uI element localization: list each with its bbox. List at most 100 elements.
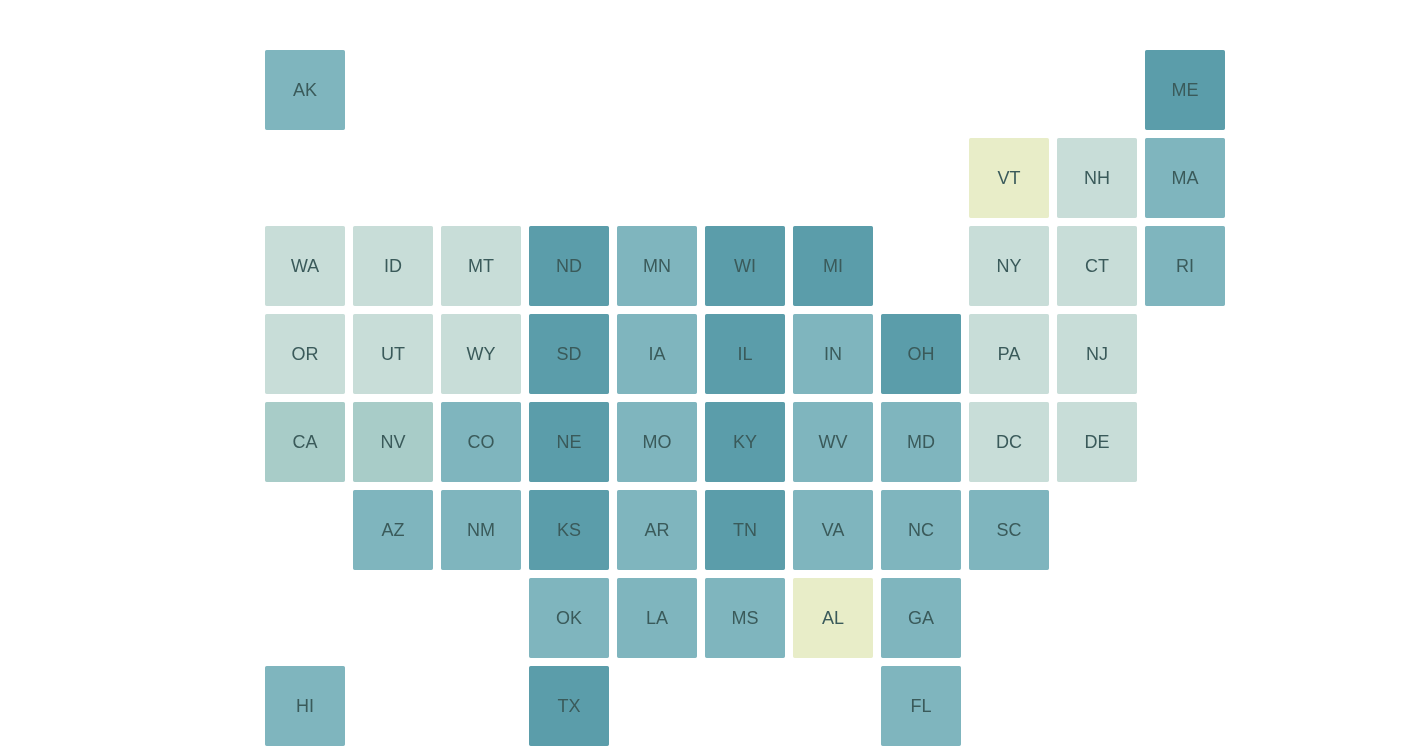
state-wv[interactable]: WV bbox=[793, 402, 873, 482]
state-id[interactable]: ID bbox=[353, 226, 433, 306]
state-label-ga: GA bbox=[908, 608, 934, 629]
state-ga[interactable]: GA bbox=[881, 578, 961, 658]
state-ri[interactable]: RI bbox=[1145, 226, 1225, 306]
state-label-wv: WV bbox=[819, 432, 848, 453]
state-nj[interactable]: NJ bbox=[1057, 314, 1137, 394]
state-wy[interactable]: WY bbox=[441, 314, 521, 394]
state-ma[interactable]: MA bbox=[1145, 138, 1225, 218]
state-ct[interactable]: CT bbox=[1057, 226, 1137, 306]
state-wa[interactable]: WA bbox=[265, 226, 345, 306]
state-label-wy: WY bbox=[467, 344, 496, 365]
state-label-nj: NJ bbox=[1086, 344, 1108, 365]
state-label-mo: MO bbox=[643, 432, 672, 453]
state-label-va: VA bbox=[822, 520, 845, 541]
state-ms[interactable]: MS bbox=[705, 578, 785, 658]
state-label-md: MD bbox=[907, 432, 935, 453]
state-ia[interactable]: IA bbox=[617, 314, 697, 394]
state-label-tx: TX bbox=[557, 696, 580, 717]
state-label-ca: CA bbox=[292, 432, 317, 453]
state-nv[interactable]: NV bbox=[353, 402, 433, 482]
state-ny[interactable]: NY bbox=[969, 226, 1049, 306]
state-label-mn: MN bbox=[643, 256, 671, 277]
state-label-wi: WI bbox=[734, 256, 756, 277]
state-sd[interactable]: SD bbox=[529, 314, 609, 394]
state-tx[interactable]: TX bbox=[529, 666, 609, 746]
state-ar[interactable]: AR bbox=[617, 490, 697, 570]
state-oh[interactable]: OH bbox=[881, 314, 961, 394]
state-label-il: IL bbox=[737, 344, 752, 365]
state-label-ar: AR bbox=[644, 520, 669, 541]
state-in[interactable]: IN bbox=[793, 314, 873, 394]
state-label-or: OR bbox=[292, 344, 319, 365]
state-label-ct: CT bbox=[1085, 256, 1109, 277]
state-dc[interactable]: DC bbox=[969, 402, 1049, 482]
state-label-nd: ND bbox=[556, 256, 582, 277]
state-label-ma: MA bbox=[1172, 168, 1199, 189]
state-label-hi: HI bbox=[296, 696, 314, 717]
state-label-nv: NV bbox=[380, 432, 405, 453]
state-ak[interactable]: AK bbox=[265, 50, 345, 130]
state-label-la: LA bbox=[646, 608, 668, 629]
state-label-oh: OH bbox=[908, 344, 935, 365]
state-label-nc: NC bbox=[908, 520, 934, 541]
state-label-dc: DC bbox=[996, 432, 1022, 453]
state-hi[interactable]: HI bbox=[265, 666, 345, 746]
state-nd[interactable]: ND bbox=[529, 226, 609, 306]
state-ne[interactable]: NE bbox=[529, 402, 609, 482]
state-md[interactable]: MD bbox=[881, 402, 961, 482]
state-label-al: AL bbox=[822, 608, 844, 629]
state-ok[interactable]: OK bbox=[529, 578, 609, 658]
state-la[interactable]: LA bbox=[617, 578, 697, 658]
us-map: AK ME VT NH MA WA ID MT ND MN WI MI NY CT RI OR UT WY SD IA… bbox=[0, 0, 1413, 750]
state-ca[interactable]: CA bbox=[265, 402, 345, 482]
state-label-ak: AK bbox=[293, 80, 317, 101]
state-label-nm: NM bbox=[467, 520, 495, 541]
state-label-ia: IA bbox=[648, 344, 665, 365]
state-nm[interactable]: NM bbox=[441, 490, 521, 570]
state-label-co: CO bbox=[468, 432, 495, 453]
state-me[interactable]: ME bbox=[1145, 50, 1225, 130]
state-mt[interactable]: MT bbox=[441, 226, 521, 306]
state-label-de: DE bbox=[1084, 432, 1109, 453]
state-mi[interactable]: MI bbox=[793, 226, 873, 306]
state-label-vt: VT bbox=[997, 168, 1020, 189]
state-ks[interactable]: KS bbox=[529, 490, 609, 570]
state-tn[interactable]: TN bbox=[705, 490, 785, 570]
state-mo[interactable]: MO bbox=[617, 402, 697, 482]
state-label-az: AZ bbox=[381, 520, 404, 541]
state-wi[interactable]: WI bbox=[705, 226, 785, 306]
state-label-mi: MI bbox=[823, 256, 843, 277]
state-label-ok: OK bbox=[556, 608, 582, 629]
state-label-sc: SC bbox=[996, 520, 1021, 541]
state-label-ut: UT bbox=[381, 344, 405, 365]
state-il[interactable]: IL bbox=[705, 314, 785, 394]
state-label-mt: MT bbox=[468, 256, 494, 277]
state-label-pa: PA bbox=[998, 344, 1021, 365]
state-sc[interactable]: SC bbox=[969, 490, 1049, 570]
state-pa[interactable]: PA bbox=[969, 314, 1049, 394]
state-vt[interactable]: VT bbox=[969, 138, 1049, 218]
state-label-me: ME bbox=[1172, 80, 1199, 101]
state-label-ri: RI bbox=[1176, 256, 1194, 277]
state-co[interactable]: CO bbox=[441, 402, 521, 482]
state-label-id: ID bbox=[384, 256, 402, 277]
state-nh[interactable]: NH bbox=[1057, 138, 1137, 218]
state-label-ms: MS bbox=[732, 608, 759, 629]
state-mn[interactable]: MN bbox=[617, 226, 697, 306]
state-label-tn: TN bbox=[733, 520, 757, 541]
state-ut[interactable]: UT bbox=[353, 314, 433, 394]
state-de[interactable]: DE bbox=[1057, 402, 1137, 482]
state-label-ky: KY bbox=[733, 432, 757, 453]
state-al[interactable]: AL bbox=[793, 578, 873, 658]
state-label-ks: KS bbox=[557, 520, 581, 541]
state-ky[interactable]: KY bbox=[705, 402, 785, 482]
state-nc[interactable]: NC bbox=[881, 490, 961, 570]
state-label-sd: SD bbox=[556, 344, 581, 365]
state-or[interactable]: OR bbox=[265, 314, 345, 394]
state-az[interactable]: AZ bbox=[353, 490, 433, 570]
state-label-fl: FL bbox=[910, 696, 931, 717]
state-label-ne: NE bbox=[556, 432, 581, 453]
state-va[interactable]: VA bbox=[793, 490, 873, 570]
state-fl[interactable]: FL bbox=[881, 666, 961, 746]
state-label-in: IN bbox=[824, 344, 842, 365]
